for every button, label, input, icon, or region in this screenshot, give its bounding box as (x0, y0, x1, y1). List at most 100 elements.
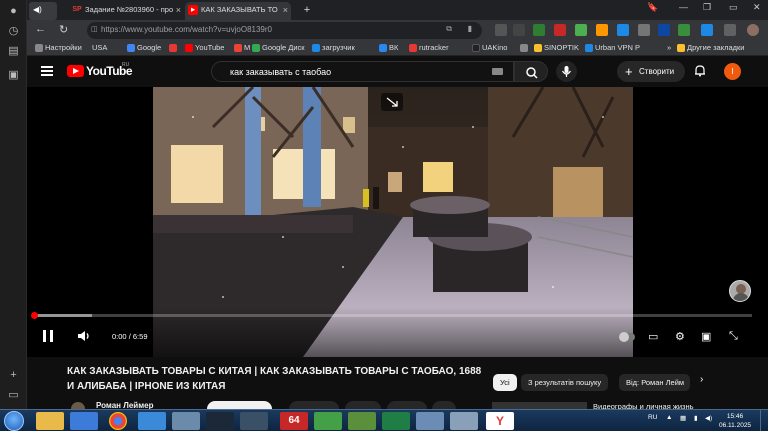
fullscreen-icon[interactable]: ⤡ (729, 330, 738, 343)
bookmarks-overflow-icon[interactable]: » (657, 43, 671, 52)
search-query-text: как заказывать с таобао (230, 67, 332, 77)
chips-next-icon[interactable]: › (700, 374, 703, 385)
bookmark-star-icon[interactable]: ▮ (468, 24, 472, 33)
chip-from-channel[interactable]: Від: Роман Лейм (619, 374, 690, 391)
extension-4-icon[interactable] (554, 24, 566, 36)
vpn-extension-icon[interactable] (678, 24, 690, 36)
tab-2-close-icon[interactable]: × (283, 2, 288, 18)
system-clock[interactable]: 15:46 06.11.2025 (719, 412, 751, 430)
pause-icon[interactable] (41, 329, 55, 343)
volume-icon[interactable] (77, 330, 91, 342)
notifications-bell-icon[interactable] (694, 64, 706, 77)
bookmarks-bar: Настройки USA Google YouTube M Google Ди… (27, 41, 768, 56)
extension-1-icon[interactable] (495, 24, 507, 36)
restore-icon[interactable]: ❐ (703, 2, 711, 13)
taskbar-tool-icon[interactable] (450, 412, 478, 430)
tab-1-close-icon[interactable]: × (176, 2, 181, 18)
bookmark-usa[interactable]: USA (82, 43, 107, 52)
extension-6-icon[interactable] (596, 24, 608, 36)
url-field[interactable]: ◫ https://www.youtube.com/watch?v=uvjoO8… (87, 22, 482, 39)
settings-gear-icon[interactable]: ⚙ (675, 330, 685, 343)
new-tab-button[interactable]: + (299, 2, 315, 20)
close-window-icon[interactable]: ✕ (753, 2, 761, 13)
extensions-menu-icon[interactable] (724, 24, 736, 36)
account-avatar[interactable]: I (724, 63, 741, 80)
bookmark-settings[interactable]: Настройки (35, 43, 82, 52)
taskbar-app-icon[interactable] (240, 412, 268, 430)
download-icon[interactable] (701, 24, 713, 36)
taskbar-wps-icon[interactable] (70, 412, 98, 430)
tray-battery-icon[interactable]: ▮ (694, 414, 698, 422)
bookmark-rutracker[interactable]: rutracker (409, 43, 449, 52)
bookmark-downloader[interactable]: загрузчик (312, 43, 355, 52)
rail-settings-icon[interactable]: ▭ (6, 388, 21, 403)
subtitles-icon[interactable]: ▭ (648, 330, 658, 343)
progress-bar[interactable] (31, 312, 752, 319)
profile-icon[interactable]: ● (6, 4, 21, 19)
tray-volume-icon[interactable]: ◀) (705, 414, 712, 422)
bookmark-tab-icon[interactable]: 🔖 (647, 2, 658, 13)
scrubber-handle[interactable] (31, 312, 38, 319)
chip-all[interactable]: Усі (493, 374, 517, 391)
taskbar-shield-icon[interactable] (172, 412, 200, 430)
reload-icon[interactable]: ↻ (59, 23, 68, 36)
extension-9-icon[interactable] (658, 24, 670, 36)
history-icon[interactable]: ◷ (6, 24, 21, 39)
youtube-logo-icon[interactable] (67, 65, 84, 77)
channel-watermark-avatar[interactable] (729, 280, 751, 302)
extension-2-icon[interactable] (513, 24, 525, 36)
collections-icon[interactable]: ▤ (6, 44, 21, 59)
show-desktop-button[interactable] (760, 410, 768, 431)
taskbar-window-icon[interactable] (416, 412, 444, 430)
search-input[interactable]: как заказывать с таобао (211, 61, 514, 82)
video-info-area: КАК ЗАКАЗЫВАТЬ ТОВАРЫ С КИТАЯ | КАК ЗАКА… (27, 357, 768, 417)
tab-2[interactable]: ▶ КАК ЗАКАЗЫВАТЬ ТО × (185, 2, 291, 20)
panel-icon[interactable]: ▣ (6, 68, 21, 83)
site-info-icon[interactable]: ◫ (91, 25, 98, 33)
translate-icon[interactable]: ⧉ (446, 24, 452, 34)
taskbar-yandex-browser-icon[interactable]: Y (486, 412, 514, 430)
search-button[interactable] (514, 61, 548, 82)
extension-7-icon[interactable] (617, 24, 629, 36)
profile-avatar-icon[interactable] (747, 24, 759, 36)
menu-icon[interactable] (41, 66, 53, 76)
taskbar-media-icon[interactable] (348, 412, 376, 430)
bookmark-google[interactable]: Google (127, 43, 161, 52)
extension-8-icon[interactable] (638, 24, 650, 36)
taskbar-ie-icon[interactable] (138, 412, 166, 430)
keyboard-icon[interactable] (492, 68, 503, 75)
create-button[interactable]: + Створити (617, 61, 685, 82)
tab-1[interactable]: SP Задание №2803960 - про × (69, 2, 184, 20)
extension-3-icon[interactable] (533, 24, 545, 36)
taskbar-excel-icon[interactable] (382, 412, 410, 430)
bookmark-google-drive[interactable]: Google Диск (252, 43, 305, 52)
taskbar-paint-icon[interactable] (314, 412, 342, 430)
start-button[interactable] (4, 411, 24, 431)
bookmark-youtube[interactable]: YouTube (185, 43, 224, 52)
voice-search-button[interactable] (556, 61, 577, 82)
sound-tab-button[interactable]: ◀) (29, 2, 57, 20)
taskbar-chrome-icon[interactable] (109, 412, 127, 430)
bookmark-vk[interactable]: ВК (379, 43, 398, 52)
taskbar-steam-icon[interactable] (206, 412, 234, 430)
video-player[interactable]: 0:00 / 6:59 ▭ ⚙ ▣ ⤡ (27, 87, 768, 357)
bookmark-urban-vpn[interactable]: Urban VPN P (585, 43, 640, 52)
bookmark-sinoptik[interactable]: SINOPTIK (534, 43, 579, 52)
bookmark-gmail[interactable]: M (234, 43, 250, 52)
chip-from-search[interactable]: З результатів пошуку (521, 374, 609, 391)
autoplay-toggle[interactable] (619, 332, 635, 342)
tab-2-label: КАК ЗАКАЗЫВАТЬ ТО (201, 5, 278, 14)
other-bookmarks[interactable]: Другие закладки (677, 43, 744, 52)
tab-menu-icon[interactable]: ▭ (729, 2, 738, 13)
back-icon[interactable]: ← (35, 23, 46, 35)
taskbar-explorer-icon[interactable] (36, 412, 64, 430)
language-indicator[interactable]: RU (648, 414, 657, 421)
tray-network-icon[interactable]: ▦ (680, 414, 686, 422)
bookmark-uakino[interactable]: UAKino (472, 43, 507, 52)
extension-5-icon[interactable] (575, 24, 587, 36)
add-panel-icon[interactable]: + (6, 368, 21, 383)
tray-overflow-icon[interactable]: ▲ (666, 414, 672, 421)
miniplayer-icon[interactable]: ▣ (701, 330, 711, 343)
minimize-icon[interactable]: — (679, 2, 688, 12)
taskbar-aida64-icon[interactable]: 64 (280, 412, 308, 430)
